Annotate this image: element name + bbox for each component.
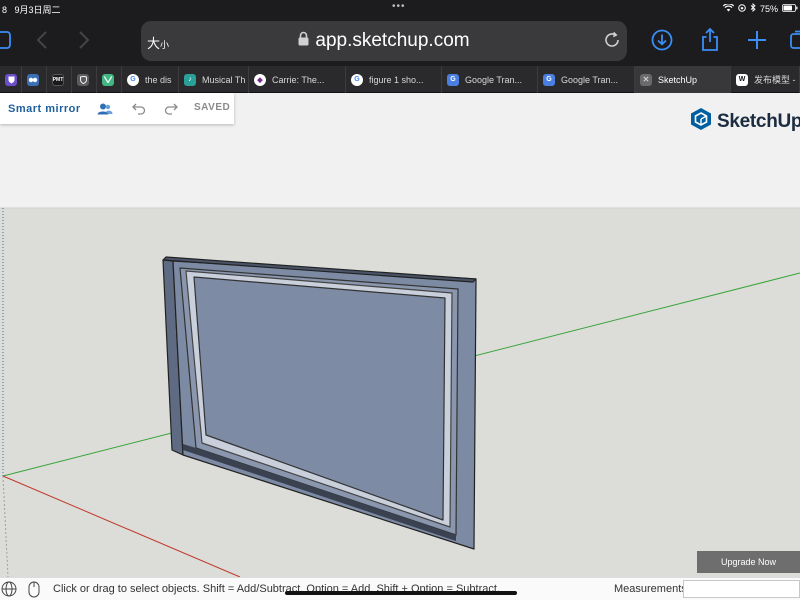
document-title[interactable]: Smart mirror [8,103,81,115]
mouse-icon[interactable] [25,580,43,598]
tab-musical[interactable]: ♪ Musical Th [179,66,249,93]
w-icon: W [736,73,748,86]
tab-google-search[interactable]: G the dis [122,66,179,93]
undo-icon[interactable] [130,100,148,118]
tab-shield[interactable] [72,66,97,93]
close-icon[interactable]: ✕ [640,73,652,86]
address-bar[interactable]: 大小 app.sketchup.com [141,21,627,61]
musical-icon: ♪ [184,73,196,86]
wifi-icon [722,2,735,14]
model-canvas[interactable] [0,93,800,577]
orientation-lock-icon [738,3,746,14]
translate-icon: G [447,73,459,86]
bitwarden-icon [5,73,17,86]
google-icon: G [351,73,363,86]
tab-bar: PMT G the dis ♪ Musical Th ◆ Carrie: The… [0,66,800,93]
measurements-input[interactable] [683,580,800,598]
translate-icon: G [543,73,555,86]
tab-figure-search[interactable]: G figure 1 sho... [346,66,442,93]
status-time: 8 9月3日周二 [2,5,61,15]
tab-bitwarden[interactable] [0,66,22,93]
new-tab-icon[interactable] [743,26,771,54]
upgrade-now-button[interactable]: Upgrade Now [697,551,800,573]
tab-pmt[interactable]: PMT [47,66,72,93]
carrie-icon: ◆ [254,73,266,86]
url-field[interactable]: app.sketchup.com [141,30,627,52]
sketchup-viewport[interactable]: Smart mirror SAVED SketchUp Upgrade Now [0,93,800,577]
status-indicators: 75% [722,2,798,14]
google-icon: G [127,73,139,86]
reload-icon[interactable] [603,31,621,54]
url-text: app.sketchup.com [315,30,470,52]
multitasking-dots[interactable]: ••• [392,1,406,12]
browser-toolbar: 大小 app.sketchup.com [0,16,800,66]
app-icon [27,73,39,86]
measurements-label: Measurements [614,583,687,595]
redo-icon[interactable] [162,100,180,118]
tab-publish-model[interactable]: W 发布模型 - [731,66,800,93]
home-indicator[interactable] [285,591,517,595]
sketchup-logo-icon [690,107,712,136]
share-icon[interactable] [696,26,724,54]
forward-icon[interactable] [70,26,98,54]
collaborators-icon[interactable] [96,100,114,118]
tab-overview-icon[interactable] [786,26,800,54]
battery-icon [782,3,798,14]
tab-google-translate-2[interactable]: G Google Tran... [538,66,635,93]
back-icon[interactable] [28,26,56,54]
tab-google-translate-1[interactable]: G Google Tran... [442,66,538,93]
battery-percent: 75% [759,3,778,14]
sketchup-logo: SketchUp [690,107,800,136]
tab-app[interactable] [22,66,47,93]
saved-status: SAVED [194,102,231,113]
bluetooth-icon [750,2,756,14]
vue-icon [102,73,114,86]
sketchup-status-bar: Click or drag to select objects. Shift =… [0,577,800,600]
globe-icon[interactable] [0,580,18,598]
pmt-icon: PMT [52,73,64,86]
lock-icon [298,30,309,52]
tab-carrie[interactable]: ◆ Carrie: The... [249,66,346,93]
sidebar-toggle-icon[interactable] [0,26,14,54]
tab-vue[interactable] [97,66,122,93]
downloads-icon[interactable] [648,26,676,54]
ios-status-bar: 8 9月3日周二 ••• 75% [0,0,800,16]
shield-icon [77,73,89,86]
tab-sketchup[interactable]: ✕ SketchUp [635,66,731,93]
document-panel: Smart mirror SAVED [0,93,234,124]
sketchup-logo-text: SketchUp [717,110,800,132]
